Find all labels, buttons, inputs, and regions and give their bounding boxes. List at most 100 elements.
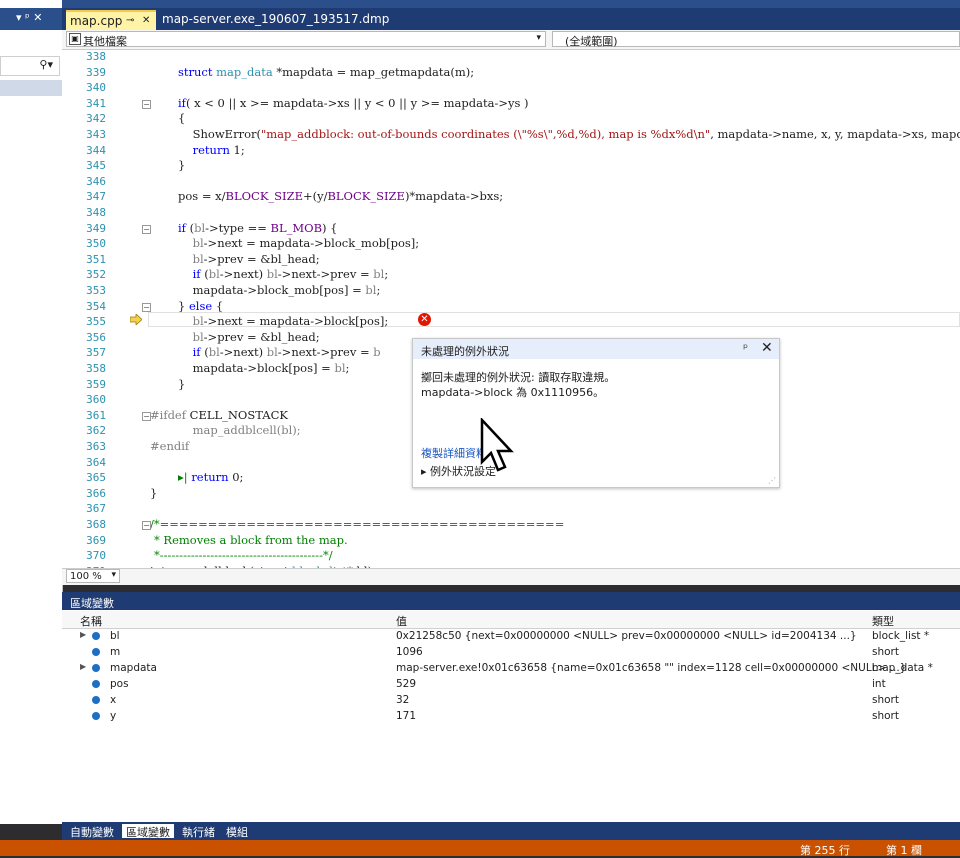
code-line: ShowError("map_addblock: out-of-bounds c… [178,127,960,141]
line-number: 367 [86,502,106,516]
close-icon[interactable]: ✕ [142,15,150,26]
left-panel-controls[interactable]: ▾ ᵖ ✕ [16,11,42,24]
variable-value[interactable]: 32 [396,694,409,706]
pin-icon[interactable]: ᵖ [743,341,748,355]
column-type[interactable]: 類型 [872,613,894,629]
locals-row[interactable]: pos 529 int [62,676,960,692]
pin-icon[interactable]: ⊸ [126,15,134,26]
line-number: 357 [86,346,106,360]
execution-arrow-icon [130,314,142,325]
expand-arrow-icon[interactable]: ▶ [80,630,86,639]
line-number: 360 [86,393,106,407]
code-line: * Removes a block from the map. [154,532,348,547]
code-line: } else { [178,298,224,313]
variable-icon [92,648,100,656]
variable-type: map_data * [872,662,933,674]
zoom-dropdown[interactable]: 100 % ▾ [66,569,120,583]
exception-popup: 未處理的例外狀況 ᵖ ✕ 擲回未處理的例外狀況: 讀取存取違規。 mapdata… [412,338,780,488]
locals-row[interactable]: ▶ bl 0x21258c50 {next=0x00000000 <NULL> pr… [62,628,960,644]
solution-explorer-panel [0,0,63,824]
line-number: 361 [86,408,106,422]
tab-modules[interactable]: 模組 [222,824,252,839]
line-number: 344 [86,143,106,157]
line-number: 369 [86,533,106,547]
project-dropdown[interactable]: ▣ 其他檔案 ▾ [66,31,546,48]
zoom-value: 100 % [70,571,102,582]
search-icon[interactable]: ⚲▾ [39,58,53,71]
variable-name: m [110,646,121,658]
chevron-down-icon[interactable]: ▾ [111,570,116,580]
line-number: 354 [86,299,106,313]
mouse-pointer-icon [480,418,514,472]
variable-type: short [872,646,899,658]
code-line: bl->prev = &bl_head; [192,329,320,344]
code-line: #ifdef CELL_NOSTACK [150,407,288,422]
locals-column-header: 名稱 值 類型 [62,611,960,629]
tab-autos[interactable]: 自動變數 [66,824,118,839]
variable-icon [92,632,100,640]
close-icon[interactable]: ✕ [761,340,773,356]
variable-value[interactable]: 171 [396,710,416,722]
fold-toggle-icon[interactable]: − [142,521,151,530]
error-icon[interactable]: ✕ [418,313,431,326]
tab-threads[interactable]: 執行緒 [178,824,219,839]
line-number: 343 [86,128,106,141]
code-line: #endif [150,439,190,453]
variable-icon [92,712,100,720]
fold-toggle-icon[interactable]: − [142,99,151,109]
tab-dump-file[interactable]: map-server.exe_190607_193517.dmp [162,12,389,26]
expand-arrow-icon[interactable]: ▶ [80,662,86,671]
variable-type: short [872,694,899,706]
line-number: 366 [86,486,106,500]
variable-type: short [872,710,899,722]
column-name[interactable]: 名稱 [80,613,102,629]
line-number: 370 [86,549,106,563]
variable-icon [92,696,100,704]
column-value[interactable]: 值 [396,613,407,629]
locals-row[interactable]: m 1096 short [62,644,960,660]
resize-grip-icon[interactable]: ⋰ [768,476,776,485]
line-number: 352 [86,268,106,282]
line-number: 368 [86,518,106,531]
variable-icon [92,664,100,672]
line-number: 350 [86,237,106,251]
variable-name: x [110,694,117,706]
variable-value[interactable]: 529 [396,678,416,690]
code-line: if( x < 0 || x >= mapdata->xs || y < 0 |… [178,95,529,110]
left-selected-item[interactable] [0,80,62,96]
code-line: ▸| return 0; [178,470,244,485]
line-number: 365 [86,471,106,485]
code-line: bl->next = mapdata->block[pos]; [192,314,389,329]
line-number: 345 [86,159,106,173]
left-search-input[interactable]: ⚲▾ [0,56,60,76]
chevron-down-icon[interactable]: ▾ [536,33,541,43]
code-editor[interactable]: 338 339 340 341 342 343 344 345 346 347 348 349 350 3… [62,50,960,568]
variable-name: pos [110,678,129,690]
locals-row[interactable]: y 171 short [62,708,960,724]
fold-toggle-icon[interactable]: − [142,224,151,234]
code-line: map_addblcell(bl); [178,423,301,438]
code-line: mapdata->block[pos] = bl; [178,361,350,375]
variable-value[interactable]: 1096 [396,646,423,658]
variable-type: block_list * [872,630,930,642]
tab-map-cpp[interactable]: map.cpp ⊸ ✕ [66,10,156,30]
locals-row[interactable]: ▶ mapdata map-server.exe!0x01c63658 {name=… [62,660,960,676]
line-number: 340 [86,81,106,95]
variable-value[interactable]: map-server.exe!0x01c63658 {name=0x01c636… [396,662,906,674]
fold-toggle-icon[interactable]: − [142,302,151,312]
variable-name: mapdata [110,662,157,674]
tab-locals[interactable]: 區域變數 [122,824,174,839]
line-number: 359 [86,377,106,391]
code-line: bl->prev = &bl_head; [192,251,320,266]
locals-title: 區域變數 [70,597,114,610]
fold-toggle-icon[interactable]: − [142,411,151,421]
variable-value[interactable]: 0x21258c50 {next=0x00000000 <NULL> prev=… [396,630,857,642]
code-line: pos = x/BLOCK_SIZE+(y/BLOCK_SIZE)*mapdat… [178,189,504,204]
locals-row[interactable]: x 32 short [62,692,960,708]
line-number: 346 [86,174,106,188]
locals-titlebar: 區域變數 [62,592,960,610]
line-number: 342 [86,112,106,126]
line-number: 341 [86,96,106,110]
scope-dropdown[interactable]: (全域範圍) [552,31,960,48]
line-number: 338 [86,50,106,63]
